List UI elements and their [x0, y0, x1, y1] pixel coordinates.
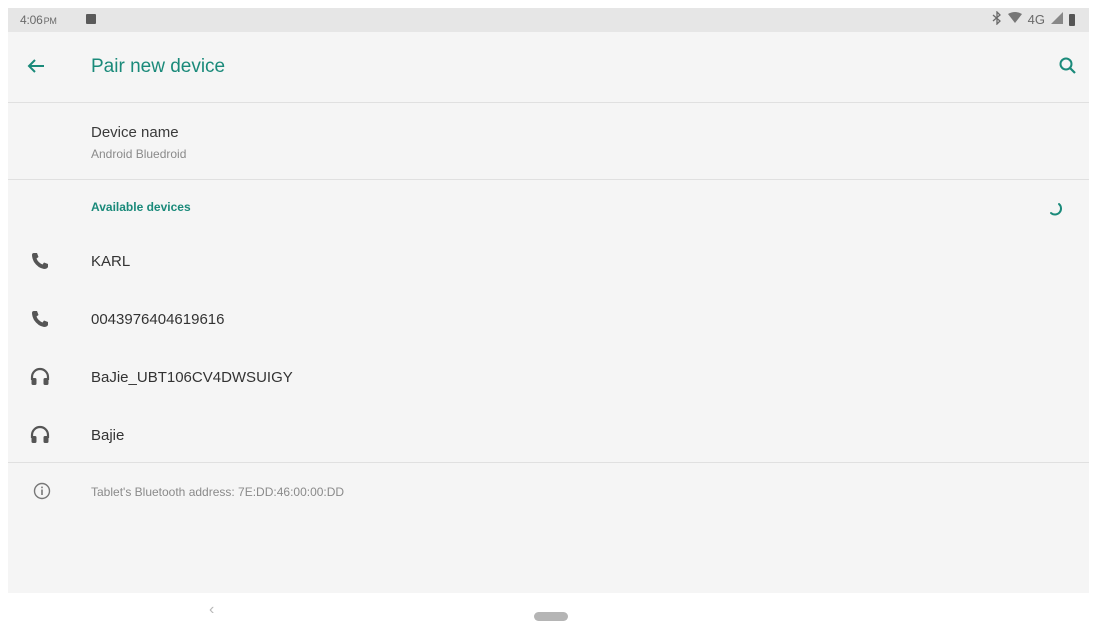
navigation-bar: ‹ — [0, 594, 1095, 629]
network-type: 4G — [1027, 12, 1045, 27]
arrow-left-icon[interactable] — [24, 54, 48, 78]
device-name-value: Android Bluedroid — [91, 147, 187, 161]
screen: 4:06PM 4G Pair new device Device name An… — [0, 0, 1095, 629]
settings-panel: Pair new device Device name Android Blue… — [8, 32, 1089, 593]
device-item-bajie[interactable]: Bajie — [8, 406, 1089, 464]
signal-icon — [1051, 12, 1063, 27]
bluetooth-icon — [992, 10, 1002, 28]
battery-icon — [1069, 13, 1075, 26]
status-bar: 4:06PM 4G — [8, 8, 1089, 32]
device-name-title: Device name — [91, 124, 179, 141]
bluetooth-address-info: Tablet's Bluetooth address: 7E:DD:46:00:… — [8, 463, 1089, 523]
phone-icon — [29, 308, 51, 330]
status-ampm: PM — [43, 16, 57, 26]
page-title: Pair new device — [91, 56, 226, 77]
device-item-0043976404619616[interactable]: 0043976404619616 — [8, 290, 1089, 348]
available-devices-header: Available devices — [91, 200, 191, 214]
device-label: BaJie_UBT106CV4DWSUIGY — [91, 369, 293, 386]
device-label: Bajie — [91, 427, 125, 444]
phone-icon — [29, 250, 51, 272]
search-icon[interactable] — [1057, 55, 1079, 77]
nav-back-button[interactable]: ‹ — [209, 601, 214, 619]
loading-spinner-icon — [1045, 198, 1063, 216]
device-label: 0043976404619616 — [91, 311, 225, 328]
status-time: 4:06PM — [20, 13, 57, 27]
nav-home-button[interactable] — [534, 612, 568, 621]
bluetooth-address-text: Tablet's Bluetooth address: 7E:DD:46:00:… — [91, 485, 345, 499]
device-name-row[interactable]: Device name Android Bluedroid — [8, 103, 1089, 180]
headset-icon — [29, 424, 51, 446]
info-icon — [33, 482, 51, 500]
status-clock: 4:06 — [20, 13, 43, 27]
headset-icon — [29, 366, 51, 388]
status-icons: 4G — [992, 10, 1075, 28]
available-devices-list: KARL 0043976404619616 BaJie_UBT106CV4DWS… — [8, 232, 1089, 464]
toolbar: Pair new device — [8, 32, 1089, 103]
image-notification-icon — [86, 14, 96, 24]
wifi-icon — [1007, 12, 1022, 27]
device-label: KARL — [91, 253, 131, 270]
device-item-karl[interactable]: KARL — [8, 232, 1089, 290]
device-item-bajie-ubt[interactable]: BaJie_UBT106CV4DWSUIGY — [8, 348, 1089, 406]
